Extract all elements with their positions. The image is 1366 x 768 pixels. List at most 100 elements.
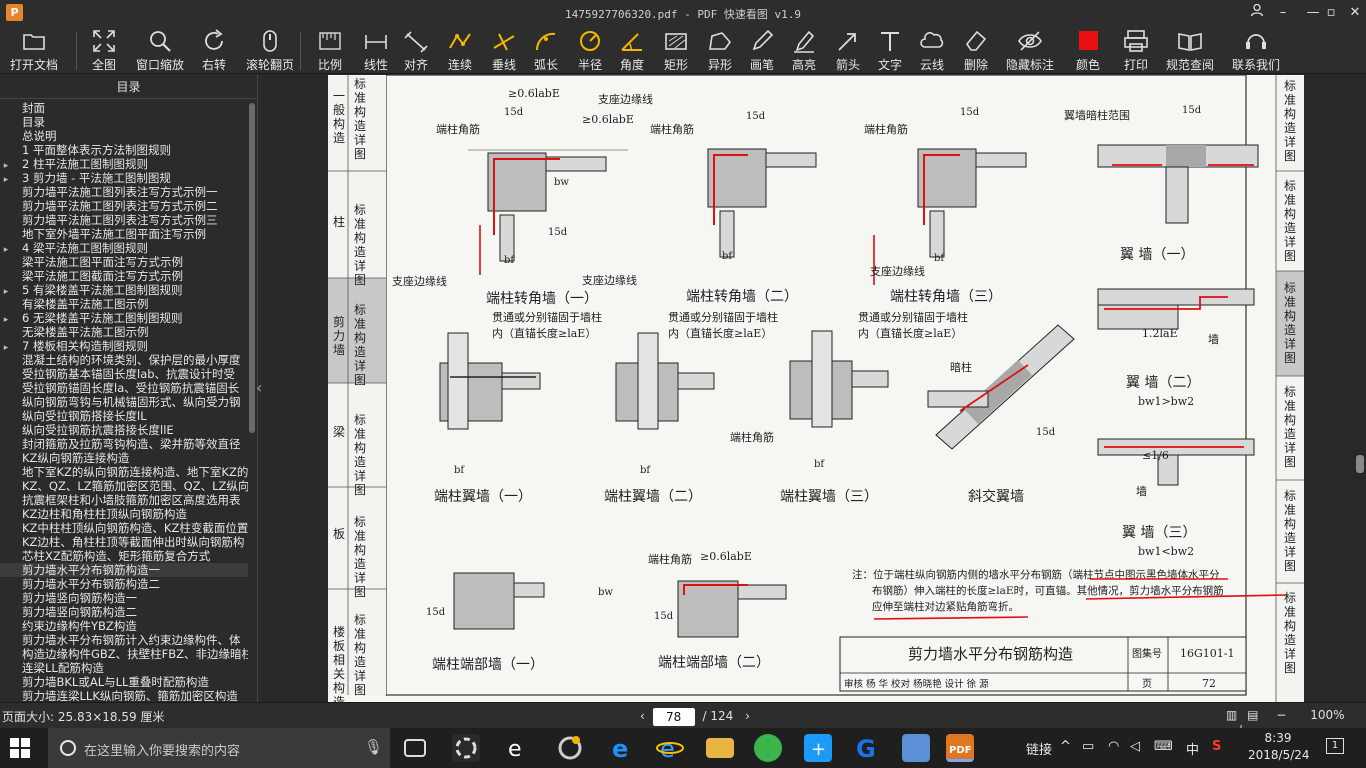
- toc-item[interactable]: 地下室外墙平法施工图平面注写示例: [0, 227, 248, 241]
- toc-item[interactable]: ▸ 4 梁平法施工图制图规则: [0, 241, 248, 255]
- toolbar-highlight-button[interactable]: 高亮: [790, 28, 818, 72]
- toolbar-rectangle-button[interactable]: 矩形: [662, 28, 690, 72]
- toolbar-color-button[interactable]: 颜色: [1074, 28, 1102, 72]
- toc-item[interactable]: 剪力墙水平分布钢筋计入约束边缘构件、体: [0, 633, 248, 647]
- ime-label[interactable]: 中: [1186, 739, 1199, 758]
- single-page-icon[interactable]: ▥: [1226, 708, 1237, 722]
- right-tab-subtitle[interactable]: 标准构造详图: [1282, 591, 1298, 675]
- continuous-page-icon[interactable]: ▤: [1247, 708, 1258, 722]
- left-tab-category[interactable]: 板: [330, 527, 348, 541]
- wifi-icon[interactable]: ◠: [1108, 739, 1119, 754]
- toc-item[interactable]: 剪力墙竖向钢筋构造二: [0, 605, 248, 619]
- toc-item[interactable]: 受拉钢筋锚固长度la、受拉钢筋抗震锚固长: [0, 381, 248, 395]
- toolbar-fullscreen-button[interactable]: 全图: [90, 28, 118, 72]
- toolbar-arc-length-button[interactable]: 弧长: [532, 28, 560, 72]
- system-clock[interactable]: 8:39 2018/5/24: [1248, 730, 1310, 764]
- prev-page-icon[interactable]: ‹: [640, 709, 645, 723]
- toolbar-book-button[interactable]: 规范查阅: [1166, 28, 1214, 72]
- toolbar-support-button[interactable]: 联系我们: [1232, 28, 1280, 72]
- toc-item[interactable]: 目录: [0, 115, 248, 129]
- toc-item[interactable]: 地下室KZ的纵向钢筋连接构造、地下室KZ的: [0, 465, 248, 479]
- expand-arrow-icon[interactable]: ▸: [0, 173, 12, 185]
- toc-item[interactable]: 约束边缘构件YBZ构造: [0, 619, 248, 633]
- toc-item[interactable]: ▸ 5 有梁楼盖平法施工图制图规则: [0, 283, 248, 297]
- close-button[interactable]: ✕: [1344, 3, 1366, 23]
- tray-chevron-icon[interactable]: ^: [1060, 739, 1071, 754]
- toolbar-text-button[interactable]: 文字: [876, 28, 904, 72]
- toc-item[interactable]: 剪力墙平法施工图列表注写方式示例一: [0, 185, 248, 199]
- toolbar-continuous-dimension-button[interactable]: 连续: [446, 28, 474, 72]
- toc-item[interactable]: ▸ 2 柱平法施工图制图规则: [0, 157, 248, 171]
- toolbar-aligned-dimension-button[interactable]: 对齐: [402, 28, 430, 72]
- right-tab-subtitle[interactable]: 标准构造详图: [1282, 79, 1298, 163]
- left-tab-category[interactable]: 楼板相关构造: [330, 625, 348, 702]
- toc-item[interactable]: KZ边柱、角柱柱顶等截面伸出时纵向钢筋构: [0, 535, 248, 549]
- toolbar-perpendicular-button[interactable]: 垂线: [490, 28, 518, 72]
- toc-item[interactable]: 抗震框架柱和小墙肢箍筋加密区高度选用表: [0, 493, 248, 507]
- media-app-icon[interactable]: [902, 734, 930, 762]
- toc-item[interactable]: 有梁楼盖平法施工图示例: [0, 297, 248, 311]
- toc-item[interactable]: 梁平法施工图截面注写方式示例: [0, 269, 248, 283]
- page-scrollbar-thumb[interactable]: [1356, 455, 1364, 473]
- toc-item[interactable]: 剪力墙平法施工图列表注写方式示例三: [0, 213, 248, 227]
- left-tab-category[interactable]: 一般构造: [330, 89, 348, 145]
- toolbar-angle-button[interactable]: 角度: [618, 28, 646, 72]
- toolbar-cloud-button[interactable]: 云线: [918, 28, 946, 72]
- current-page-input[interactable]: 78: [652, 707, 695, 726]
- toc-item[interactable]: 剪力墙竖向钢筋构造一: [0, 591, 248, 605]
- right-tab-subtitle[interactable]: 标准构造详图: [1282, 179, 1298, 263]
- windows-start-icon[interactable]: [10, 738, 30, 758]
- toc-item[interactable]: 剪力墙水平分布钢筋构造二: [0, 577, 248, 591]
- chrome-like-icon[interactable]: [556, 734, 584, 762]
- toolbar-radius-button[interactable]: 半径: [576, 28, 604, 72]
- toc-item[interactable]: 剪力墙BKL或AL与LL重叠时配筋构造: [0, 675, 248, 689]
- toc-item[interactable]: 封闭箍筋及拉筋弯钩构造、梁并筋等效直径: [0, 437, 248, 451]
- ie-icon[interactable]: e: [656, 734, 684, 763]
- expand-arrow-icon[interactable]: ▸: [0, 243, 12, 255]
- toc-item[interactable]: 封面: [0, 101, 248, 115]
- toc-item[interactable]: KZ纵向钢筋连接构造: [0, 451, 248, 465]
- blue-app-icon[interactable]: +: [804, 734, 832, 762]
- toc-item[interactable]: 纵向受拉钢筋抗震搭接长度llE: [0, 423, 248, 437]
- toc-item[interactable]: KZ边柱和角柱柱顶纵向钢筋构造: [0, 507, 248, 521]
- toolbar-arrow-button[interactable]: 箭头: [834, 28, 862, 72]
- toc-item[interactable]: 剪力墙平法施工图列表注写方式示例二: [0, 199, 248, 213]
- toolbar-print-button[interactable]: 打印: [1122, 28, 1150, 72]
- toc-item[interactable]: 梁平法施工图平面注写方式示例: [0, 255, 248, 269]
- toolbar-mouse-button[interactable]: 滚轮翻页: [246, 28, 294, 72]
- toc-item[interactable]: KZ、QZ、LZ箍筋加密区范围、QZ、LZ纵向钢: [0, 479, 248, 493]
- toolbar-eraser-button[interactable]: 删除: [962, 28, 990, 72]
- maximize-button[interactable]: ▫: [1320, 3, 1342, 23]
- toolbar-folder-button[interactable]: 打开文档: [10, 28, 58, 72]
- pdf-viewer-taskbar-icon[interactable]: PDF: [946, 734, 974, 762]
- toc-item[interactable]: 1 平面整体表示方法制图规则: [0, 143, 248, 157]
- edge-legacy-icon[interactable]: e: [504, 734, 532, 762]
- toc-item[interactable]: ▸ 7 楼板相关构造制图规则: [0, 339, 248, 353]
- file-explorer-icon[interactable]: [706, 738, 734, 758]
- user-icon[interactable]: [1246, 3, 1268, 23]
- toolbar-zoom-button[interactable]: 窗口缩放: [136, 28, 184, 72]
- toc-item[interactable]: 无梁楼盖平法施工图示例: [0, 325, 248, 339]
- toc-item[interactable]: ▸ 3 剪力墙 - 平法施工图制图规: [0, 171, 248, 185]
- sogou-icon[interactable]: S: [1212, 739, 1221, 754]
- toolbar-linear-dimension-button[interactable]: 线性: [362, 28, 390, 72]
- next-page-icon[interactable]: ›: [745, 709, 750, 723]
- toc-item[interactable]: ▸ 6 无梁楼盖平法施工图制图规则: [0, 311, 248, 325]
- g-app-icon[interactable]: G: [852, 734, 880, 763]
- toc-item[interactable]: 连梁LL配筋构造: [0, 661, 248, 675]
- edge-icon[interactable]: e: [608, 734, 636, 763]
- right-tab-subtitle[interactable]: 标准构造详图: [1282, 489, 1298, 573]
- toc-item[interactable]: 纵向受拉钢筋搭接长度lL: [0, 409, 248, 423]
- volume-icon[interactable]: ◁: [1130, 739, 1140, 754]
- left-tab-category[interactable]: 梁: [330, 425, 348, 439]
- toc-item[interactable]: KZ中柱柱顶纵向钢筋构造、KZ柱变截面位置: [0, 521, 248, 535]
- toolbar-ruler-button[interactable]: 比例: [316, 28, 344, 72]
- toc-item[interactable]: 受拉钢筋基本锚固长度lab、抗震设计时受: [0, 367, 248, 381]
- toc-item[interactable]: 纵向钢筋弯钩与机械锚固形式、纵向受力钢: [0, 395, 248, 409]
- toc-item[interactable]: 构造边缘构件GBZ、扶壁柱FBZ、非边缘暗柱: [0, 647, 248, 661]
- toc-item[interactable]: 总说明: [0, 129, 248, 143]
- taskbar-search[interactable]: 在这里输入你要搜索的内容 🎙: [48, 728, 390, 768]
- zoom-out-icon[interactable]: −: [1276, 708, 1286, 722]
- toolbar-polygon-button[interactable]: 异形: [706, 28, 734, 72]
- tray-link-label[interactable]: 链接: [1026, 739, 1052, 758]
